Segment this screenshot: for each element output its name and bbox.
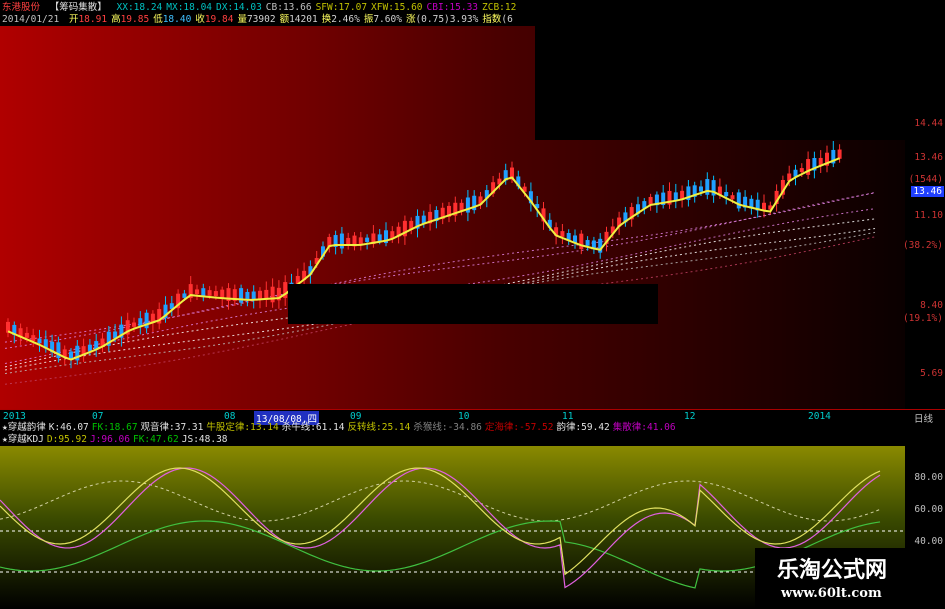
indicator-value: K:46.07: [48, 422, 89, 433]
date-tick: 2013: [3, 411, 26, 422]
price-tick: 14.44: [914, 118, 943, 129]
ohlc-value: 19.85: [120, 14, 150, 25]
oscillator-tick: 40.00: [914, 536, 943, 547]
ohlc-label: 指数: [482, 14, 502, 25]
indicator-value: 定海律:-57.52: [484, 422, 554, 433]
indicator-name[interactable]: ★穿越韵律: [2, 422, 46, 433]
ohlc-value: 14201: [289, 14, 318, 25]
ohlc-label: 额: [279, 14, 290, 25]
ohlc-value: 2.46%: [331, 14, 360, 25]
watermark-title: 乐淘公式网: [777, 558, 888, 583]
date-tick: 12: [684, 411, 696, 422]
indicator-name[interactable]: 【筹码集散】: [50, 2, 107, 13]
volume-tag: (1544): [908, 174, 943, 185]
indicator-value: 韵律:59.42: [556, 422, 610, 433]
black-mask-middle: [288, 284, 658, 324]
date-tick: 10: [458, 411, 470, 422]
ohlc-line: 2014/01/21 开18.91 高19.85 低18.40 收19.84 量7390…: [2, 14, 521, 25]
watermark-url: www.60lt.com: [781, 586, 882, 601]
price-tick: 5.69: [920, 368, 943, 379]
header-value: CB:13.66: [265, 2, 312, 13]
date-tick: 11: [562, 411, 574, 422]
watermark: 乐淘公式网 www.60lt.com: [755, 548, 945, 609]
ohlc-value: 73902: [246, 14, 276, 25]
header-value: DX:14.03: [216, 2, 262, 13]
oscillator-tick: 80.00: [914, 472, 943, 483]
header-value: XFW:15.60: [371, 2, 423, 13]
price-tick: (38.2%): [902, 240, 943, 251]
ohlc-value: 19.84: [204, 14, 234, 25]
date-axis: 2013 07 08 13/08/08,四 09 10 11 12 2014 日线: [0, 409, 945, 425]
price-tick: 8.40: [920, 300, 943, 311]
date-tick: 08: [224, 411, 236, 422]
price-tick: 13.46: [914, 152, 943, 163]
ohlc-label: 振: [363, 14, 374, 25]
header-value: CBI:15.33: [426, 2, 479, 13]
oscillator-tick: 60.00: [914, 504, 943, 515]
price-tag: 13.46: [911, 186, 944, 197]
header-value: SFW:17.07: [315, 2, 368, 13]
indicator-value: 集散律:41.06: [612, 422, 676, 433]
stock-terminal: 东港股份 【筹码集散】 XX:18.24 MX:18.04 DX:14.03 CB:1…: [0, 0, 945, 609]
date-tick: 09: [350, 411, 362, 422]
ohlc-label: 收: [195, 14, 205, 25]
ohlc-label: 高: [111, 14, 121, 25]
date-tick: 2014: [808, 411, 831, 422]
header-value: XX:18.24: [116, 2, 163, 13]
indicator-value: FK:18.67: [91, 422, 138, 433]
ohlc-label: 量: [237, 14, 247, 25]
stock-name[interactable]: 东港股份: [2, 2, 40, 13]
indicator-value: 杀牛线:61.14: [281, 422, 345, 433]
indicator-value: 杀猴线:-34.86: [413, 422, 482, 433]
ohlc-value: 7.60%: [373, 14, 402, 25]
indicator-value: 观音律:37.31: [140, 422, 204, 433]
price-axis: 14.4413.4612.7711.10(38.2%)8.40(19.1%)5.…: [902, 26, 945, 409]
ohlc-values: 开18.91 高19.85 低18.40 收19.84 量73902 额14201 换2.4…: [69, 14, 517, 25]
indicator-value: 反转线:25.14: [347, 422, 411, 433]
ohlc-label: 低: [153, 14, 163, 25]
ohlc-value: (6: [501, 14, 513, 25]
price-tick: 11.10: [914, 210, 943, 221]
indicator-value: JS:48.38: [181, 434, 228, 445]
indicator-name[interactable]: ★穿越KDJ: [2, 434, 44, 445]
indicator-value: D:95.92: [46, 434, 87, 445]
ohlc-label: 换: [321, 14, 332, 25]
indicator1-row: ★穿越韵律 K:46.07 FK:18.67 观音律:37.31 牛股定律:13.14 杀…: [0, 422, 945, 433]
ohlc-value: 18.40: [162, 14, 192, 25]
indicator-value: FK:47.62: [132, 434, 179, 445]
ohlc-value: (0.75)3.93%: [415, 14, 479, 25]
indicator-value: J:96.06: [89, 434, 130, 445]
header-value: ZCB:12: [482, 2, 517, 13]
quote-header: 东港股份 【筹码集散】 XX:18.24 MX:18.04 DX:14.03 CB:1…: [0, 0, 540, 26]
header-value: MX:18.04: [166, 2, 213, 13]
price-tick: (19.1%): [902, 313, 943, 324]
date-tick: 07: [92, 411, 104, 422]
indicator-values: XX:18.24 MX:18.04 DX:14.03 CB:13.66 SFW:17.0…: [117, 2, 521, 13]
indicator-value: 牛股定律:13.14: [206, 422, 279, 433]
black-mask-top: [535, 0, 945, 140]
ohlc-value: 18.91: [78, 14, 108, 25]
indicator-line: 东港股份 【筹码集散】 XX:18.24 MX:18.04 DX:14.03 CB:1…: [2, 2, 524, 13]
quote-date: 2014/01/21: [2, 14, 60, 25]
indicator2-row: ★穿越KDJ D:95.92 J:96.06 FK:47.62 JS:48.38: [0, 434, 945, 445]
